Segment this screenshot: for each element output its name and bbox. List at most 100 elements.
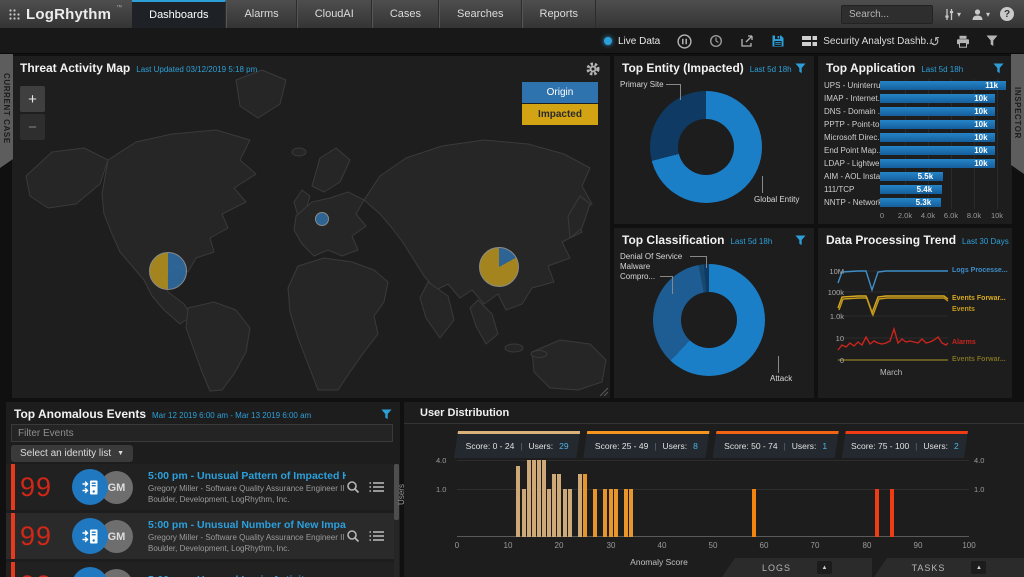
map-settings-button[interactable] bbox=[586, 62, 600, 81]
event-score: 99 bbox=[20, 472, 72, 503]
filter-icon[interactable] bbox=[986, 35, 998, 47]
card-users-count: 1 bbox=[822, 441, 827, 451]
events-scrollbar[interactable] bbox=[394, 464, 399, 577]
tab-cases[interactable]: Cases bbox=[372, 0, 439, 28]
global-search-input[interactable] bbox=[841, 5, 933, 24]
events-filter-icon[interactable] bbox=[381, 409, 392, 420]
top-classification-filter-icon[interactable] bbox=[795, 235, 806, 246]
histogram-bar bbox=[516, 466, 520, 537]
trend-x-label: March bbox=[880, 368, 902, 377]
map-zoom-in-button[interactable]: + bbox=[20, 86, 45, 112]
nav-right-group: ▾ ▾ ? bbox=[841, 0, 1024, 28]
trend-range: Last 30 Days bbox=[962, 237, 1009, 246]
identity-list-dropdown[interactable]: Select an identity list ▼ bbox=[11, 445, 133, 462]
resize-handle[interactable] bbox=[598, 386, 608, 396]
entity-label-global-entity: Global Entity bbox=[754, 195, 799, 204]
inspect-icon[interactable] bbox=[346, 480, 360, 494]
application-row: 111/TCP5.4k bbox=[818, 183, 1012, 196]
anomalous-event-row[interactable]: 98GM5:00 pm - Unusual Login ActivityGreg… bbox=[6, 562, 394, 577]
current-case-tab[interactable]: CURRENT CASE bbox=[0, 48, 13, 168]
logo-dots-icon bbox=[8, 8, 21, 21]
print-icon[interactable] bbox=[956, 35, 970, 48]
anomaly-score-tick: 40 bbox=[658, 541, 667, 550]
anomaly-score-axis-label: Anomaly Score bbox=[630, 557, 688, 567]
card-users-label: Users: bbox=[529, 441, 554, 451]
event-score: 99 bbox=[20, 521, 72, 552]
anomalous-event-row[interactable]: 99GM5:00 pm - Unusual Number of New Impa… bbox=[6, 513, 394, 559]
world-map[interactable] bbox=[12, 56, 610, 398]
event-text: 5:00 pm - Unusual Pattern of Impacted Ho… bbox=[140, 470, 346, 504]
users-axis-label: Users bbox=[397, 484, 406, 505]
histogram-bar bbox=[542, 460, 546, 537]
event-text: 5:00 pm - Unusual Login ActivityGregory … bbox=[140, 574, 346, 577]
application-bar[interactable] bbox=[880, 185, 942, 194]
histogram-bar bbox=[890, 489, 894, 537]
application-row: IMAP - Internet...10k bbox=[818, 92, 1012, 105]
log-list-icon[interactable] bbox=[369, 480, 384, 494]
trend-y-tick: 10M bbox=[820, 267, 844, 276]
log-list-icon[interactable] bbox=[369, 529, 384, 543]
gear-icon bbox=[586, 62, 600, 76]
application-bar[interactable] bbox=[880, 198, 941, 207]
user-icon bbox=[971, 8, 984, 21]
classification-label-attack: Attack bbox=[770, 374, 792, 383]
map-legend-origin-button[interactable]: Origin bbox=[522, 82, 598, 103]
save-icon[interactable] bbox=[771, 34, 785, 48]
application-row: UPS - Uninterru...11k bbox=[818, 79, 1012, 92]
map-bubble-europe[interactable] bbox=[315, 212, 329, 226]
application-bar-value: 10k bbox=[974, 133, 987, 142]
tasks-tab[interactable]: TASKS ▲ bbox=[874, 558, 1024, 577]
time-range-icon[interactable] bbox=[709, 34, 723, 48]
logs-tab[interactable]: LOGS ▲ bbox=[722, 558, 872, 577]
top-application-filter-icon[interactable] bbox=[993, 63, 1004, 74]
undo-icon[interactable]: ↺ bbox=[929, 35, 940, 48]
application-bar-value: 5.5k bbox=[918, 172, 934, 181]
application-x-tick: 2.0k bbox=[898, 211, 912, 220]
events-title: Top Anomalous Events bbox=[14, 407, 146, 421]
application-bar-value: 10k bbox=[974, 120, 987, 129]
top-classification-panel: Top Classification Last 5d 18h Denial Of… bbox=[614, 228, 814, 398]
map-zoom-out-button[interactable]: − bbox=[20, 114, 45, 140]
anomaly-score-tick: 100 bbox=[962, 541, 975, 550]
application-bar[interactable] bbox=[880, 172, 943, 181]
tab-searches[interactable]: Searches bbox=[439, 0, 521, 28]
tab-reports[interactable]: Reports bbox=[522, 0, 597, 28]
live-data-toggle[interactable]: Live Data bbox=[604, 36, 660, 47]
map-bubble-north-america[interactable] bbox=[149, 252, 187, 290]
application-bar-track: 10k bbox=[880, 120, 1006, 129]
map-bubble-asia[interactable] bbox=[479, 247, 519, 287]
primary-tabs: DashboardsAlarmsCloudAICasesSearchesRepo… bbox=[132, 0, 596, 28]
card-score-range: Score: 25 - 49 bbox=[595, 441, 648, 451]
user-menu[interactable]: ▾ bbox=[971, 8, 990, 21]
logs-expand-icon[interactable]: ▲ bbox=[817, 561, 832, 574]
application-bar-track: 10k bbox=[880, 107, 1006, 116]
tasks-expand-icon[interactable]: ▲ bbox=[971, 561, 986, 574]
inspector-tab[interactable]: INSPECTOR bbox=[1011, 52, 1024, 174]
anomalous-event-row[interactable]: 99GM5:00 pm - Unusual Pattern of Impacte… bbox=[6, 464, 394, 510]
application-x-axis: 02.0k4.0k6.0k8.0k10k bbox=[882, 211, 1008, 221]
anomaly-score-tick: 20 bbox=[555, 541, 564, 550]
map-legend-impacted-button[interactable]: Impacted bbox=[522, 104, 598, 125]
export-icon[interactable] bbox=[740, 34, 754, 48]
application-bar-value: 10k bbox=[974, 159, 987, 168]
application-row: NNTP - Network...5.3k bbox=[818, 196, 1012, 209]
sliders-icon bbox=[943, 8, 955, 21]
top-entity-filter-icon[interactable] bbox=[795, 63, 806, 74]
user-distribution-panel: User Distribution Score: 0 - 24|Users:29… bbox=[404, 402, 1024, 577]
event-subtitle: Gregory Miller - Software Quality Assura… bbox=[148, 484, 346, 493]
top-entity-panel: Top Entity (Impacted) Last 5d 18h Primar… bbox=[614, 56, 814, 224]
filter-events-input[interactable] bbox=[11, 424, 393, 442]
tab-alarms[interactable]: Alarms bbox=[226, 0, 296, 28]
application-label: End Point Map... bbox=[818, 146, 880, 155]
tab-cloudai[interactable]: CloudAI bbox=[297, 0, 372, 28]
dashboard-selector[interactable]: Security Analyst Dashb... bbox=[802, 35, 934, 47]
card-users-label: Users: bbox=[663, 441, 688, 451]
top-application-title: Top Application bbox=[826, 61, 915, 75]
search-settings-menu[interactable]: ▾ bbox=[943, 8, 961, 21]
inspect-icon[interactable] bbox=[346, 529, 360, 543]
tab-dashboards[interactable]: Dashboards bbox=[132, 0, 226, 28]
pause-icon[interactable] bbox=[677, 34, 692, 49]
help-icon[interactable]: ? bbox=[1000, 7, 1014, 21]
classification-label-malware: Malware bbox=[620, 262, 650, 271]
event-severity-bar bbox=[11, 464, 15, 510]
